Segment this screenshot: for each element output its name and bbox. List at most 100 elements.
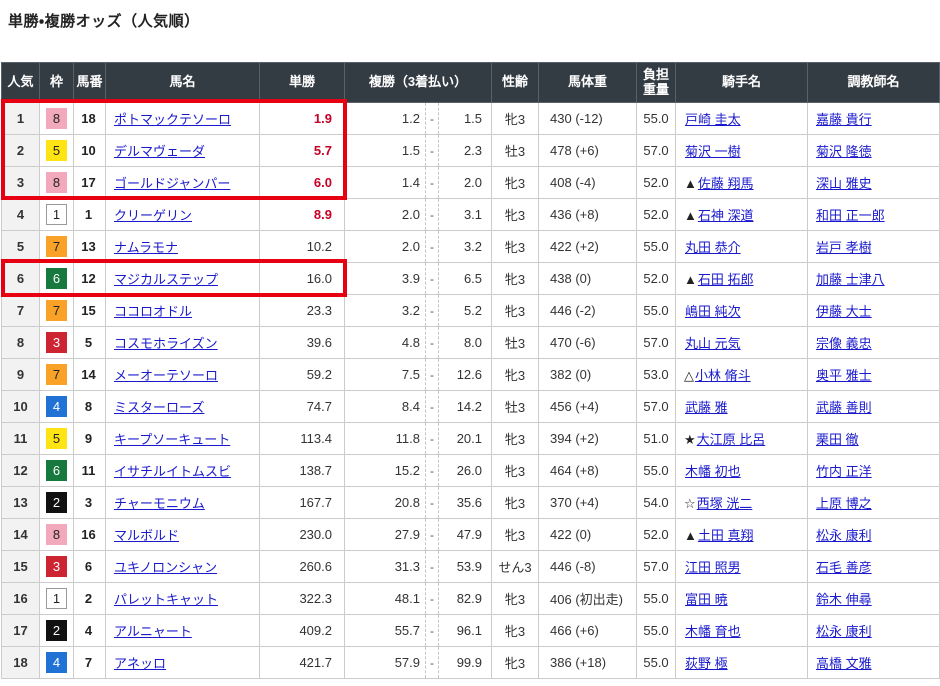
horse-name-link[interactable]: メーオーテソーロ bbox=[114, 368, 218, 383]
jockey-link[interactable]: 嶋田 純次 bbox=[685, 304, 741, 319]
trainer-link[interactable]: 鈴木 伸尋 bbox=[816, 592, 872, 607]
trainer-link[interactable]: 松永 康利 bbox=[816, 528, 872, 543]
jockey-link[interactable]: 荻野 極 bbox=[685, 656, 728, 671]
place-odds-dash: - bbox=[426, 167, 439, 199]
horse-name-link[interactable]: アネッロ bbox=[114, 656, 166, 671]
horse-name-link[interactable]: パレットキャット bbox=[114, 592, 218, 607]
trainer-link[interactable]: 栗田 徹 bbox=[816, 432, 859, 447]
jockey-link[interactable]: 木幡 育也 bbox=[685, 624, 741, 639]
jockey-link[interactable]: 石田 拓郎 bbox=[698, 272, 754, 287]
horse-name-link[interactable]: デルマヴェーダ bbox=[114, 144, 205, 159]
horse-name-link[interactable]: ゴールドジャンパー bbox=[114, 176, 230, 191]
place-odds-max: 96.1 bbox=[439, 615, 492, 647]
jockey-link[interactable]: 菊沢 一樹 bbox=[685, 144, 741, 159]
frame-badge: 8 bbox=[46, 108, 67, 129]
horse-name-link[interactable]: ユキノロンシャン bbox=[114, 560, 217, 575]
place-odds-min: 1.5 bbox=[345, 135, 426, 167]
frame-cell: 6 bbox=[40, 455, 74, 487]
table-row: 3 8 17 ゴールドジャンパー 6.0 1.4 - 2.0 牝3 408 (-… bbox=[2, 167, 940, 199]
horse-name-link[interactable]: マジカルステップ bbox=[114, 272, 218, 287]
jockey-link[interactable]: 石神 深道 bbox=[698, 208, 754, 223]
rank-cell: 14 bbox=[2, 519, 40, 551]
horse-name-link[interactable]: ポトマックテソーロ bbox=[114, 112, 231, 127]
horse-name-link[interactable]: ココロオドル bbox=[114, 304, 192, 319]
horse-name-cell: ミスターローズ bbox=[106, 391, 260, 423]
sex-age-cell: せん3 bbox=[492, 551, 539, 583]
header-horse-name: 馬名 bbox=[106, 63, 260, 103]
trainer-link[interactable]: 菊沢 隆徳 bbox=[816, 144, 872, 159]
horse-number-cell: 15 bbox=[74, 295, 106, 327]
trainer-link[interactable]: 奥平 雅士 bbox=[816, 368, 872, 383]
horse-name-link[interactable]: チャーモニウム bbox=[114, 496, 205, 511]
trainer-cell: 竹内 正洋 bbox=[808, 455, 940, 487]
table-row: 15 3 6 ユキノロンシャン 260.6 31.3 - 53.9 せん3 44… bbox=[2, 551, 940, 583]
rank-cell: 5 bbox=[2, 231, 40, 263]
horse-name-link[interactable]: イサチルイトムスビ bbox=[114, 464, 231, 479]
trainer-link[interactable]: 和田 正一郎 bbox=[816, 208, 885, 223]
trainer-link[interactable]: 石毛 善彦 bbox=[816, 560, 872, 575]
table-row: 17 2 4 アルニャート 409.2 55.7 - 96.1 牝3 466 (… bbox=[2, 615, 940, 647]
trainer-link[interactable]: 松永 康利 bbox=[816, 624, 872, 639]
horse-name-link[interactable]: キープソーキュート bbox=[114, 432, 230, 447]
horse-name-cell: キープソーキュート bbox=[106, 423, 260, 455]
horse-name-link[interactable]: クリーゲリン bbox=[114, 208, 192, 223]
horse-number-cell: 5 bbox=[74, 327, 106, 359]
jockey-link[interactable]: 大江原 比呂 bbox=[697, 432, 766, 447]
trainer-link[interactable]: 武藤 善則 bbox=[816, 400, 872, 415]
horse-weight-cell: 470 (-6) bbox=[539, 327, 637, 359]
win-odds: 167.7 bbox=[260, 487, 345, 519]
trainer-link[interactable]: 竹内 正洋 bbox=[816, 464, 872, 479]
horse-name-cell: アルニャート bbox=[106, 615, 260, 647]
trainer-link[interactable]: 加藤 士津八 bbox=[816, 272, 885, 287]
jockey-link[interactable]: 佐藤 翔馬 bbox=[698, 176, 754, 191]
jockey-link[interactable]: 土田 真翔 bbox=[698, 528, 754, 543]
rank-cell: 11 bbox=[2, 423, 40, 455]
table-row: 5 7 13 ナムラモナ 10.2 2.0 - 3.2 牝3 422 (+2) … bbox=[2, 231, 940, 263]
jockey-link[interactable]: 戸崎 圭太 bbox=[685, 112, 741, 127]
table-row: 13 2 3 チャーモニウム 167.7 20.8 - 35.6 牝3 370 … bbox=[2, 487, 940, 519]
place-odds-min: 1.2 bbox=[345, 103, 426, 135]
rank-cell: 12 bbox=[2, 455, 40, 487]
horse-name-link[interactable]: ナムラモナ bbox=[114, 240, 178, 255]
horse-number-cell: 6 bbox=[74, 551, 106, 583]
horse-number-cell: 17 bbox=[74, 167, 106, 199]
trainer-link[interactable]: 岩戸 孝樹 bbox=[816, 240, 872, 255]
trainer-link[interactable]: 上原 博之 bbox=[816, 496, 872, 511]
frame-badge: 6 bbox=[46, 268, 67, 289]
jockey-link[interactable]: 江田 照男 bbox=[685, 560, 741, 575]
place-odds-min: 7.5 bbox=[345, 359, 426, 391]
jockey-link[interactable]: 小林 脩斗 bbox=[695, 368, 751, 383]
jockey-cell: 丸田 恭介 bbox=[676, 231, 808, 263]
table-row: 7 7 15 ココロオドル 23.3 3.2 - 5.2 牝3 446 (-2)… bbox=[2, 295, 940, 327]
rank-cell: 15 bbox=[2, 551, 40, 583]
jockey-link[interactable]: 富田 暁 bbox=[685, 592, 728, 607]
horse-name-link[interactable]: ミスターローズ bbox=[114, 400, 204, 415]
horse-name-link[interactable]: アルニャート bbox=[114, 624, 192, 639]
jockey-link[interactable]: 丸山 元気 bbox=[685, 336, 741, 351]
horse-name-link[interactable]: コスモホライズン bbox=[114, 336, 218, 351]
jockey-link[interactable]: 丸田 恭介 bbox=[685, 240, 741, 255]
trainer-link[interactable]: 宗像 義忠 bbox=[816, 336, 872, 351]
jockey-link[interactable]: 西塚 洸二 bbox=[697, 496, 753, 511]
frame-badge: 3 bbox=[46, 332, 67, 353]
horse-name-cell: デルマヴェーダ bbox=[106, 135, 260, 167]
horse-number-cell: 3 bbox=[74, 487, 106, 519]
frame-cell: 2 bbox=[40, 487, 74, 519]
sex-age-cell: 牡3 bbox=[492, 135, 539, 167]
horse-number-cell: 9 bbox=[74, 423, 106, 455]
horse-number-cell: 7 bbox=[74, 647, 106, 679]
jockey-link[interactable]: 木幡 初也 bbox=[685, 464, 741, 479]
horse-name-link[interactable]: マルボルド bbox=[114, 528, 179, 543]
place-odds-dash: - bbox=[426, 135, 439, 167]
trainer-link[interactable]: 嘉藤 貴行 bbox=[816, 112, 872, 127]
jockey-cell: ▲土田 真翔 bbox=[676, 519, 808, 551]
trainer-link[interactable]: 伊藤 大士 bbox=[816, 304, 872, 319]
load-weight-cell: 55.0 bbox=[637, 231, 676, 263]
jockey-cell: ▲石田 拓郎 bbox=[676, 263, 808, 295]
trainer-link[interactable]: 深山 雅史 bbox=[816, 176, 872, 191]
trainer-link[interactable]: 高橋 文雅 bbox=[816, 656, 872, 671]
place-odds-dash: - bbox=[426, 263, 439, 295]
jockey-link[interactable]: 武藤 雅 bbox=[685, 400, 728, 415]
horse-name-cell: チャーモニウム bbox=[106, 487, 260, 519]
horse-name-cell: パレットキャット bbox=[106, 583, 260, 615]
